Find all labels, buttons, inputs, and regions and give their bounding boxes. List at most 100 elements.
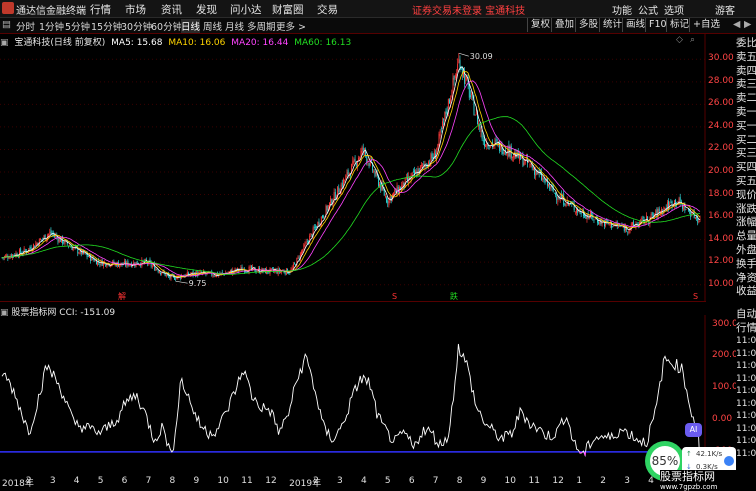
candle-body (439, 130, 441, 137)
speed-toggle-icon[interactable] (724, 456, 734, 466)
panel-toggle-icon[interactable]: ▤ (2, 19, 11, 30)
quote-label: 换手 (736, 257, 756, 270)
tab-1min[interactable]: 1分钟 (39, 19, 64, 33)
candle-body (288, 272, 290, 274)
menu-item-formula[interactable]: 公式 (638, 2, 658, 17)
event-marker[interactable]: S (392, 292, 397, 301)
time-tick: 11 (241, 476, 253, 486)
menu-item-trade[interactable]: 交易 (317, 2, 338, 17)
menu-item-wenxiaoda[interactable]: 问小达 (230, 2, 262, 17)
candle-body (78, 252, 80, 254)
quote-label: 卖五 (736, 50, 756, 63)
time-tick: 1 (576, 476, 583, 486)
time-tick: 7 (145, 476, 152, 486)
cci-chart[interactable] (0, 315, 706, 475)
price-tick: 10.00 (708, 278, 734, 289)
toolbar-multi-stock-button[interactable]: 多股 (575, 18, 601, 32)
price-tick: 20.00 (708, 166, 734, 176)
tab-5min[interactable]: 5分钟 (65, 19, 90, 33)
candle-body (50, 230, 52, 234)
price-tick: 14.00 (708, 233, 734, 244)
candle-body (155, 268, 157, 271)
time-tick: 3 (624, 476, 630, 486)
candle-body (546, 178, 548, 186)
tab-timeshare[interactable]: 分时 (16, 19, 35, 33)
candle-body (318, 221, 320, 226)
tab-monthly[interactable]: 月线 (225, 19, 244, 33)
tab-more[interactable]: 更多 > (276, 19, 306, 33)
candle-body (651, 212, 653, 216)
time-tick: 4 (360, 476, 367, 486)
quote-mode-label[interactable]: 行情 (736, 320, 756, 335)
candle-body (529, 164, 531, 165)
menu-item-quote[interactable]: 行情 (90, 2, 111, 17)
time-tick: 11 (528, 476, 540, 486)
candle-body (422, 163, 424, 167)
tab-multi-period[interactable]: 多周期 (247, 19, 276, 33)
menu-item-market[interactable]: 市场 (125, 2, 146, 17)
event-marker[interactable]: 解 (118, 291, 126, 301)
time-tick: 5 (97, 476, 104, 486)
candle-body (445, 110, 447, 115)
menu-item-options[interactable]: 选项 (664, 2, 684, 17)
price-tick: 22.00 (708, 143, 734, 154)
tab-60min[interactable]: 60分钟 (151, 19, 182, 33)
candle-body (618, 225, 619, 227)
low-pointer (175, 280, 188, 284)
time-tick: 9 (193, 476, 200, 486)
candle-body (452, 77, 454, 95)
cci-line (1, 343, 701, 469)
menu-item-discover[interactable]: 发现 (196, 2, 217, 17)
quote-label: 买五 (736, 175, 756, 187)
candle-body (485, 144, 487, 147)
candle-body (557, 199, 559, 202)
tab-weekly[interactable]: 周线 (203, 19, 222, 33)
trade-time: 11:02 (736, 336, 756, 346)
tab-daily[interactable]: 日线 (181, 19, 201, 33)
candle-body (598, 221, 600, 225)
time-tick: 7 (432, 476, 439, 486)
menu-item-guest[interactable]: 游客 (715, 2, 735, 17)
event-marker[interactable]: S (693, 292, 698, 301)
candle-body (214, 276, 216, 277)
candle-body (315, 226, 316, 228)
candle-body (12, 254, 13, 258)
ai-button[interactable]: AI (685, 423, 702, 437)
candle-body (696, 216, 698, 219)
quote-mode-label[interactable]: 自动 (736, 306, 756, 321)
login-notice[interactable]: 证券交易未登录 宝通科技 (412, 2, 525, 17)
tab-15min[interactable]: 15分钟 (91, 19, 122, 33)
quote-label: 委比 (736, 37, 756, 49)
pane-divider[interactable] (0, 301, 706, 302)
candles (1, 53, 701, 282)
toolbar-restore-right-button[interactable]: 复权 (527, 18, 553, 32)
toolbar-add-watchlist-button[interactable]: +自选 (689, 18, 723, 32)
trade-time: 11:02 (736, 373, 756, 384)
toolbar-overlay-button[interactable]: 叠加 (551, 18, 577, 32)
event-marker[interactable]: 跌 (450, 291, 458, 301)
candle-body (475, 112, 477, 114)
candlestick-chart[interactable]: 30.09 9.75 解 S 跌 S (0, 34, 706, 302)
candle-body (458, 58, 460, 64)
time-tick: 2 (313, 476, 319, 486)
candle-body (668, 200, 670, 210)
candle-body (35, 243, 37, 247)
ma60-line (2, 116, 701, 275)
expand-icon[interactable]: ▶ (744, 19, 751, 30)
collapse-icon[interactable]: ◀ (733, 19, 740, 30)
watermark-url: www.7gpzb.com (660, 483, 718, 491)
menu-item-news[interactable]: 资讯 (161, 2, 182, 17)
candle-body (670, 201, 672, 203)
candle-body (518, 151, 520, 161)
candle-body (632, 222, 633, 225)
tab-30min[interactable]: 30分钟 (121, 19, 152, 33)
candle-body (555, 192, 557, 196)
candle-body (93, 259, 95, 262)
menu-item-function[interactable]: 功能 (612, 2, 632, 17)
menu-item-wealth-circle[interactable]: 财富圈 (272, 2, 304, 17)
candle-body (446, 111, 448, 113)
candle-body (13, 254, 15, 256)
candle-body (506, 154, 508, 156)
candle-body (523, 162, 525, 166)
candle-body (294, 263, 295, 264)
